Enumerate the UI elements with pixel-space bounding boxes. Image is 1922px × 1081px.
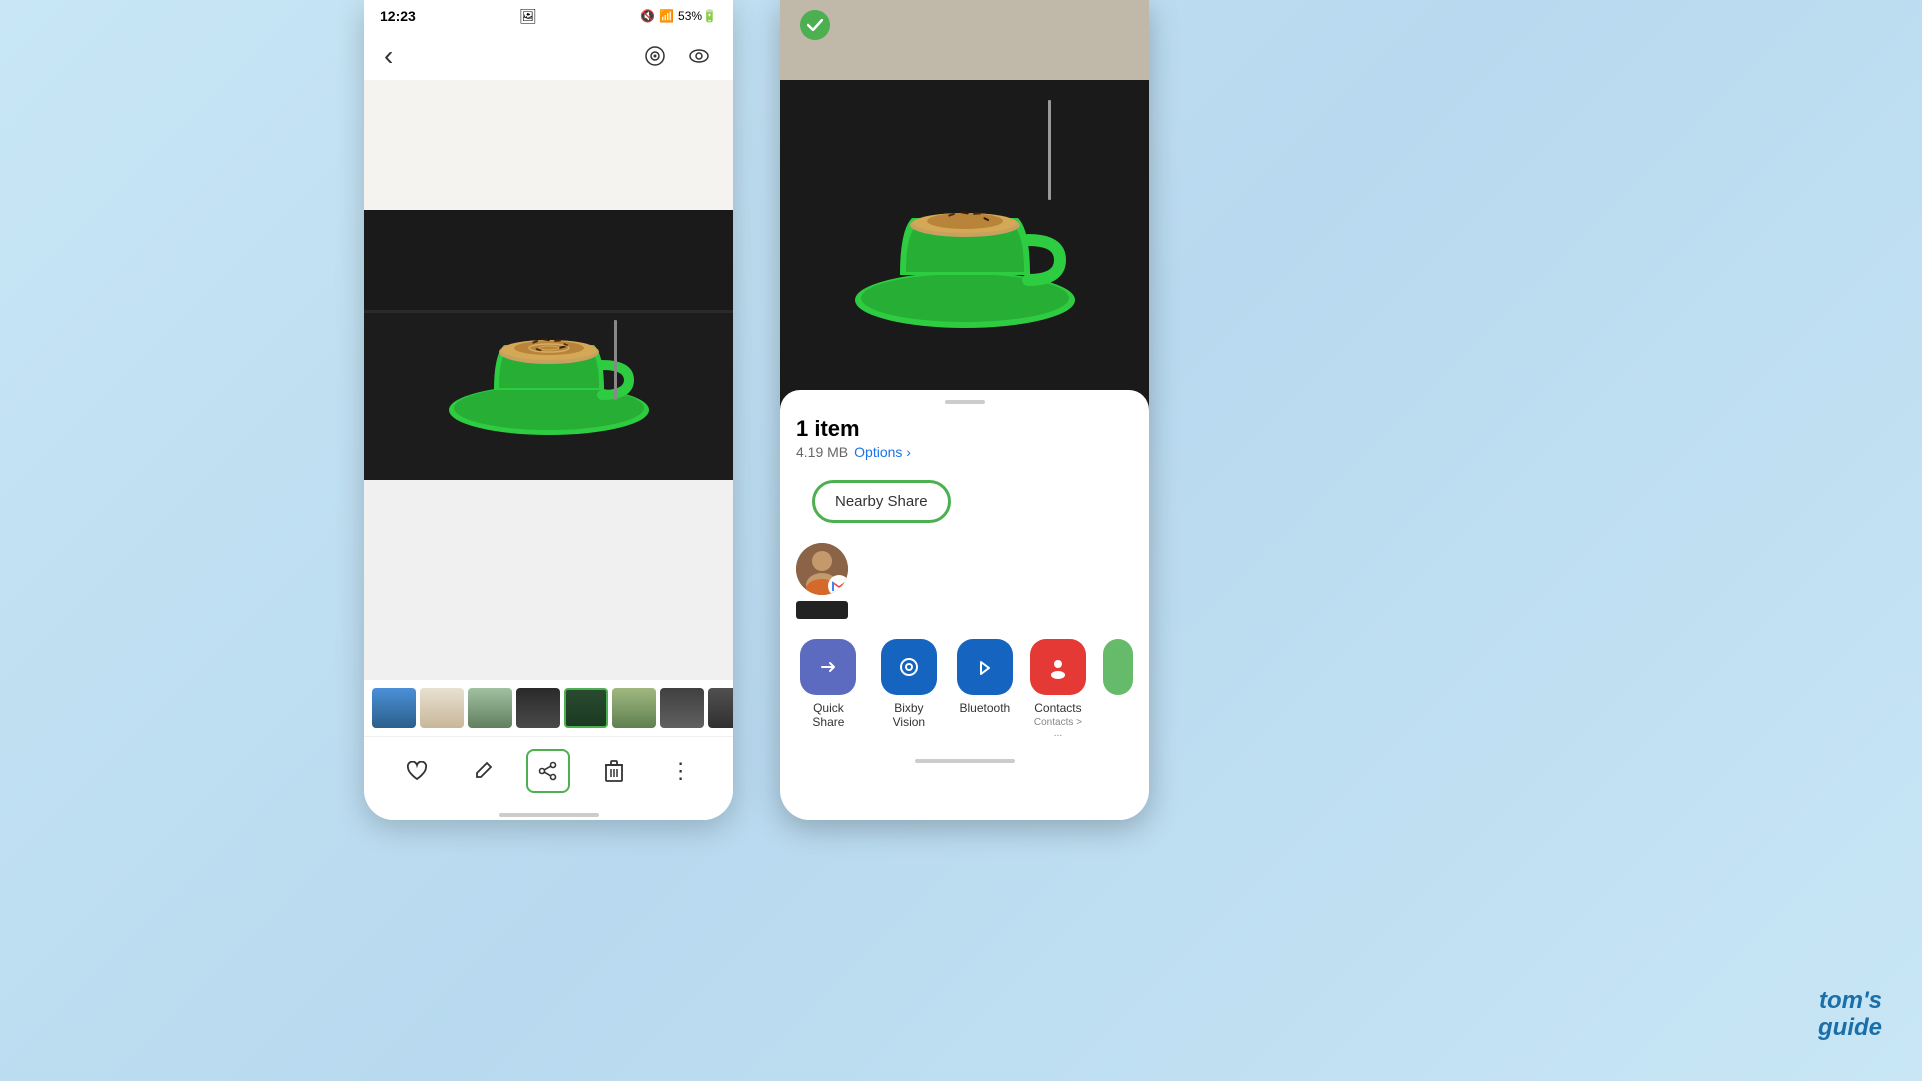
contact-avatar <box>796 543 848 595</box>
phone-left: 12:23 🖼 🔇 📶 53%🔋 ‹ <box>364 0 733 820</box>
share-button[interactable] <box>526 749 570 793</box>
thumbnail-6[interactable] <box>612 688 656 728</box>
contacts-icon <box>1030 639 1086 695</box>
thumbnail-8[interactable] <box>708 688 733 728</box>
nearby-share-button[interactable]: Nearby Share <box>812 480 951 523</box>
back-button[interactable]: ‹ <box>384 40 393 72</box>
sheet-handle <box>945 400 985 404</box>
home-bar <box>499 813 599 817</box>
thumbnail-2[interactable] <box>420 688 464 728</box>
edit-button[interactable] <box>461 749 505 793</box>
item-count: 1 item <box>796 416 1133 442</box>
phone-right: 1 item 4.19 MB Options › Nearby Share <box>780 0 1149 820</box>
recent-contacts <box>780 535 1149 627</box>
eye-icon[interactable] <box>685 42 713 70</box>
options-button[interactable]: Options › <box>854 444 911 460</box>
toms-label: tom's <box>1819 987 1882 1014</box>
main-photo <box>364 210 733 480</box>
share-sheet: 1 item 4.19 MB Options › Nearby Share <box>780 390 1149 820</box>
app-quick-share[interactable]: Quick Share <box>796 639 861 739</box>
delete-button[interactable] <box>592 749 636 793</box>
photo-bottom-area <box>364 480 733 680</box>
bixby-label: Bixby Vision <box>877 701 941 729</box>
quick-share-icon <box>800 639 856 695</box>
bluetooth-label: Bluetooth <box>960 701 1011 715</box>
selected-badge <box>800 10 830 40</box>
apps-row: Quick Share Bixby Vision <box>780 627 1149 751</box>
thumbnail-strip <box>364 680 733 736</box>
status-time: 12:23 <box>380 8 416 24</box>
app-bluetooth[interactable]: Bluetooth <box>957 639 1013 739</box>
app-bixby-vision[interactable]: Bixby Vision <box>877 639 941 739</box>
guide-label: guide <box>1818 1014 1882 1041</box>
more-icon <box>1103 639 1133 695</box>
size-row: 4.19 MB Options › <box>796 444 1133 460</box>
right-home-bar <box>915 759 1015 763</box>
bixby-icon <box>881 639 937 695</box>
right-home-indicator <box>780 751 1149 771</box>
bluetooth-icon <box>957 639 1013 695</box>
photo-top-area <box>364 80 733 210</box>
file-size: 4.19 MB <box>796 444 848 460</box>
app-more-partial[interactable] <box>1103 639 1133 739</box>
heart-button[interactable] <box>395 749 439 793</box>
thumbnail-7[interactable] <box>660 688 704 728</box>
signal-icon: 📶 <box>659 9 674 23</box>
thumbnail-5-active[interactable] <box>564 688 608 728</box>
gmail-icon <box>828 575 848 595</box>
status-bar: 12:23 🖼 🔇 📶 53%🔋 <box>364 0 733 32</box>
status-icons: 🔇 📶 53%🔋 <box>640 9 717 23</box>
bottom-toolbar: ⋮ <box>364 736 733 805</box>
thumbnail-4[interactable] <box>516 688 560 728</box>
sheet-header: 1 item 4.19 MB Options › <box>780 412 1149 468</box>
battery-icon: 53%🔋 <box>678 9 717 23</box>
toms-guide-logo: tom's guide <box>1818 988 1882 1041</box>
home-indicator <box>364 805 733 820</box>
contacts-label: Contacts <box>1034 701 1081 715</box>
nearby-share-wrapper: Nearby Share <box>780 468 1149 535</box>
photo-right-top <box>780 0 1149 430</box>
thumbnail-1[interactable] <box>372 688 416 728</box>
mute-icon: 🔇 <box>640 9 655 23</box>
nav-icons <box>641 42 713 70</box>
quick-share-label: Quick Share <box>796 701 861 729</box>
contact-name-label <box>796 601 848 619</box>
more-button[interactable]: ⋮ <box>658 749 702 793</box>
chevron-right-icon: › <box>906 444 911 460</box>
contacts-sublabel: Contacts > ... <box>1029 717 1087 739</box>
app-contacts[interactable]: Contacts Contacts > ... <box>1029 639 1087 739</box>
gallery-icon: 🖼 <box>519 8 537 25</box>
thumbnail-3[interactable] <box>468 688 512 728</box>
nav-bar: ‹ <box>364 32 733 80</box>
remaster-icon[interactable] <box>641 42 669 70</box>
contact-person[interactable] <box>796 543 848 619</box>
